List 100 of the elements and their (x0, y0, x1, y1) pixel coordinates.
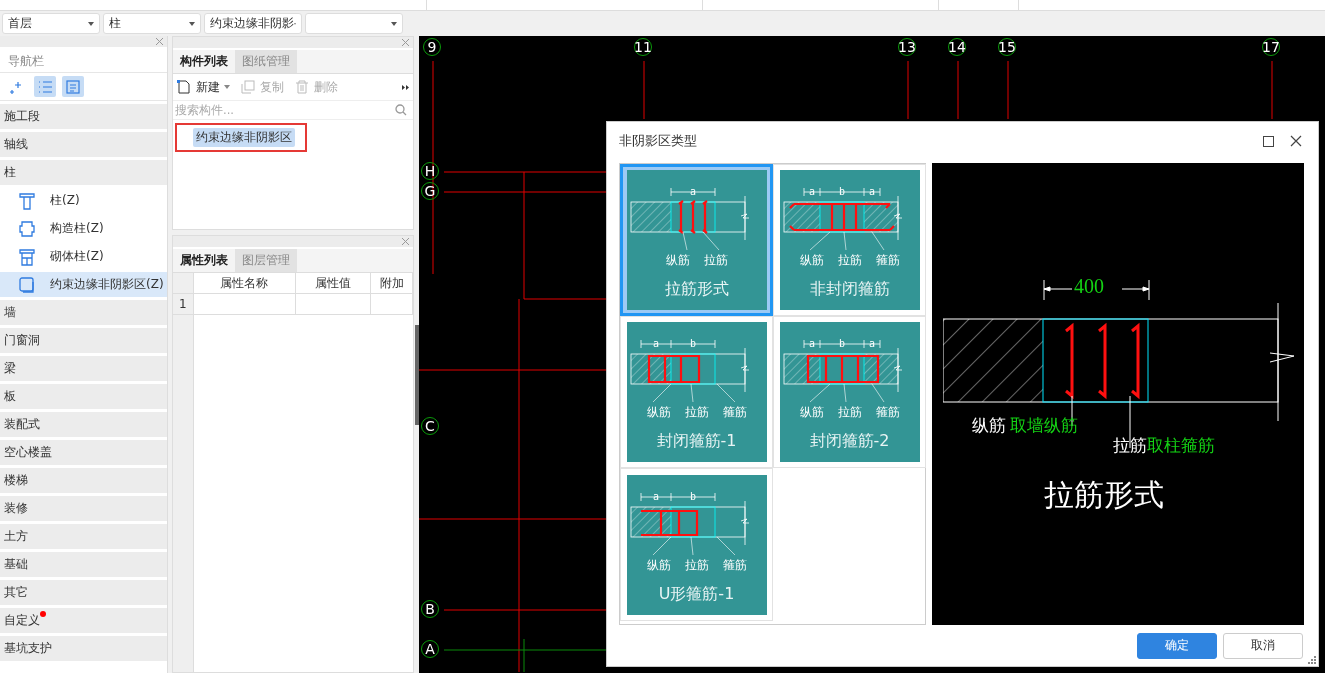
callout-note: 取墙纵筋 (1010, 414, 1078, 437)
leader-line (716, 536, 735, 555)
type-option[interactable]: a b a 纵筋 拉筋 箍筋 非封闭箍筋 (773, 164, 926, 316)
document-icon (65, 78, 81, 95)
option-label: 拉筋形式 (664, 279, 729, 300)
dimension-label: a (652, 338, 659, 349)
dialog-title: 非阴影区类型 (619, 132, 698, 150)
caret-icon (391, 21, 397, 26)
nav-category[interactable]: 梁 (0, 356, 167, 381)
nav-item[interactable]: 砌体柱(Z) (0, 244, 167, 269)
type-option[interactable]: a b 纵筋 拉筋 箍筋 封闭箍筋-1 (620, 316, 773, 468)
detail-view-button[interactable] (62, 76, 84, 97)
puzzle-column-icon (18, 219, 36, 238)
callout-label: 拉筋 (837, 404, 862, 421)
masonry-column-icon (18, 247, 36, 266)
dimension-label: 400 (1074, 275, 1104, 298)
type-option[interactable]: a b a 纵筋 拉筋 箍筋 封闭箍筋-2 (773, 316, 926, 468)
leader-line (682, 231, 687, 251)
dimension-label: a (868, 338, 875, 349)
copy-icon (240, 79, 256, 95)
leader-line (809, 231, 830, 251)
callout-note: 取柱箍筋 (1147, 434, 1215, 457)
nav-category[interactable]: 柱 (0, 160, 167, 185)
column-icon (18, 191, 36, 210)
callout-label: 拉筋 (684, 556, 709, 574)
callout-label: 箍筋 (875, 252, 900, 269)
leader-line (843, 383, 846, 403)
nav-category[interactable]: 土方 (0, 524, 167, 549)
callout-label: 纵筋 (799, 404, 824, 421)
dimension-label: b (838, 186, 845, 197)
trash-icon (294, 79, 310, 95)
confirm-button[interactable]: 确定 (1137, 632, 1217, 659)
leader-line (690, 383, 693, 403)
floor-dropdown[interactable]: 首层 (2, 13, 100, 34)
dimension-label: a (868, 186, 875, 197)
option-label: 非封闭箍筋 (809, 279, 890, 300)
nav-item[interactable]: 柱(Z) (0, 188, 167, 213)
leader-line (843, 231, 846, 251)
nav-category[interactable]: 其它 (0, 580, 167, 605)
leader-line (652, 536, 671, 555)
callout-label: 纵筋 (646, 404, 671, 421)
leader-line (690, 536, 693, 555)
maximize-icon[interactable] (1263, 135, 1274, 147)
floor-dropdown[interactable]: 约束边缘非阴影 (204, 13, 302, 34)
callout-label: 纵筋 (665, 252, 690, 269)
nav-category[interactable]: 门窗洞 (0, 328, 167, 353)
floor-dropdown[interactable] (305, 13, 403, 34)
dimension-label: a (808, 338, 815, 349)
callout-label: 纵筋 (972, 414, 1006, 437)
callout-label: 箍筋 (722, 556, 747, 574)
callout-label: 纵筋 (799, 252, 824, 269)
callout-label: 箍筋 (722, 404, 747, 421)
nav-category[interactable]: 板 (0, 384, 167, 409)
leader-line (871, 231, 884, 251)
list-view-button[interactable] (34, 76, 56, 97)
nav-category[interactable]: 装修 (0, 496, 167, 521)
cancel-button[interactable]: 取消 (1223, 632, 1303, 659)
type-option[interactable]: a b 纵筋 拉筋 箍筋 U形箍筋-1 (620, 468, 773, 621)
row-number: 1 (173, 294, 194, 314)
dimension-label: b (689, 490, 696, 502)
leader-line (1129, 395, 1131, 449)
cad-canvas[interactable]: 9 11 13 14 15 17 H G C B A 非阴影区类型 a 纵筋 拉筋 拉筋形式 a b a 纵筋 拉筋 箍筋 非封闭箍筋 a b 纵筋 拉筋 箍筋 封闭箍筋-1 a b a 纵筋 拉筋 箍筋 封闭箍筋-2 a b 纵筋 拉筋 箍筋 U形箍筋-1 400 纵筋 取墙纵筋 拉筋取柱箍筋 拉筋形式 确定 取消 (419, 36, 1325, 673)
dimension-label: a (808, 186, 815, 197)
option-label: 封闭箍筋-2 (809, 431, 890, 452)
nav-category[interactable]: 墙 (0, 300, 167, 325)
nav-category[interactable]: 自定义 (0, 608, 167, 633)
type-option[interactable]: a 纵筋 拉筋 拉筋形式 (620, 164, 773, 316)
nav-category[interactable]: 基坑支护 (0, 636, 167, 661)
dimension-label: b (838, 338, 845, 349)
nav-category[interactable]: 轴线 (0, 132, 167, 157)
dimension-label: a (689, 186, 696, 197)
splitter-handle[interactable] (414, 324, 419, 425)
preview-title: 拉筋形式 (1044, 477, 1164, 513)
callout-label: 拉筋 (703, 252, 728, 269)
leader-line (871, 383, 884, 403)
panel-title: 导航栏 (0, 50, 167, 73)
nav-category[interactable]: 施工段 (0, 104, 167, 129)
more-icon[interactable] (402, 84, 410, 90)
nav-item[interactable]: 约束边缘非阴影区(Z) (0, 272, 167, 297)
callout-label: 纵筋 (646, 556, 671, 574)
caret-icon (189, 21, 195, 26)
callout-label: 拉筋 (1113, 434, 1147, 457)
leader-line (809, 383, 830, 403)
resize-grip-icon[interactable] (1308, 656, 1316, 664)
dimension-label: b (689, 338, 696, 349)
search-field[interactable]: 搜索构件... (175, 103, 395, 117)
nav-item[interactable]: 构造柱(Z) (0, 216, 167, 241)
nav-category[interactable]: 楼梯 (0, 468, 167, 493)
close-icon[interactable] (1290, 135, 1302, 147)
component-item[interactable]: 约束边缘非阴影区 (175, 123, 307, 152)
nav-category[interactable]: 空心楼盖 (0, 440, 167, 465)
search-icon (395, 104, 407, 116)
leader-line (702, 231, 719, 251)
list-icon (37, 78, 53, 95)
nav-category[interactable]: 装配式 (0, 412, 167, 437)
nav-category[interactable]: 基础 (0, 552, 167, 577)
column-header: 附加 (371, 273, 413, 293)
floor-dropdown[interactable]: 柱 (103, 13, 201, 34)
new-button[interactable]: 新建 (176, 78, 230, 96)
dimension-label: a (652, 490, 659, 502)
